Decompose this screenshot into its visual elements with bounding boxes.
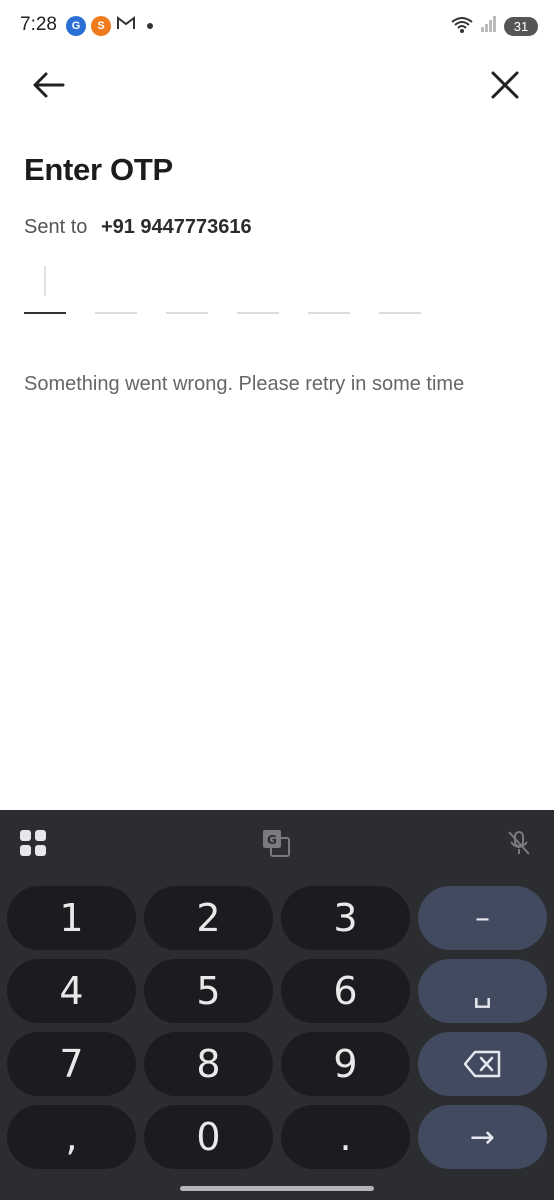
key-backspace[interactable] [418, 1032, 547, 1096]
key-6[interactable]: 6 [281, 959, 410, 1023]
back-button[interactable] [30, 66, 68, 104]
key-3[interactable]: 3 [281, 886, 410, 950]
sent-to-label: Sent to [24, 216, 88, 238]
gesture-nav-bar[interactable] [180, 1186, 374, 1191]
key-period[interactable]: . [281, 1105, 410, 1169]
more-notifications-dot [147, 22, 153, 29]
numeric-keyboard: G 1 2 3 – 4 5 6 ␣ 7 8 9 , 0 . → [0, 810, 554, 1200]
otp-digit-2[interactable] [95, 262, 137, 314]
swiggy-app-icon: S [91, 15, 111, 36]
google-app-icon: G [66, 15, 86, 36]
key-space[interactable]: ␣ [418, 959, 547, 1023]
otp-digit-5[interactable] [308, 262, 350, 314]
signal-icon [480, 15, 498, 38]
otp-digit-6[interactable] [379, 262, 421, 314]
key-2[interactable]: 2 [144, 886, 273, 950]
grid-icon[interactable] [16, 826, 50, 860]
key-enter[interactable]: → [418, 1105, 547, 1169]
status-bar: 7:28 G S 31 [0, 0, 554, 52]
error-message: Something went wrong. Please retry in so… [24, 373, 465, 395]
gmail-icon [116, 15, 136, 36]
otp-digit-1[interactable] [24, 262, 66, 314]
battery-icon: 31 [504, 17, 538, 36]
key-4[interactable]: 4 [7, 959, 136, 1023]
notification-icons: G S [66, 15, 153, 36]
mic-off-icon[interactable] [502, 826, 536, 860]
otp-digit-4[interactable] [237, 262, 279, 314]
status-right: 31 [450, 14, 538, 39]
otp-input-row [24, 262, 421, 314]
key-8[interactable]: 8 [144, 1032, 273, 1096]
translate-icon[interactable]: G [259, 826, 293, 860]
key-comma[interactable]: , [7, 1105, 136, 1169]
backspace-icon [463, 1050, 500, 1078]
key-7[interactable]: 7 [7, 1032, 136, 1096]
key-0[interactable]: 0 [144, 1105, 273, 1169]
key-9[interactable]: 9 [281, 1032, 410, 1096]
status-time: 7:28 [20, 14, 57, 35]
arrow-left-icon [33, 72, 65, 98]
key-1[interactable]: 1 [7, 886, 136, 950]
page-title: Enter OTP [24, 152, 173, 187]
text-cursor [44, 266, 46, 296]
sent-to-row: Sent to +91 9447773616 [24, 216, 252, 239]
svg-text:G: G [267, 833, 277, 847]
key-5[interactable]: 5 [144, 959, 273, 1023]
key-minus[interactable]: – [418, 886, 547, 950]
keyboard-toolbar: G [0, 810, 554, 876]
otp-digit-3[interactable] [166, 262, 208, 314]
close-icon [491, 71, 519, 99]
close-button[interactable] [486, 66, 524, 104]
wifi-icon [450, 14, 474, 39]
phone-number: +91 9447773616 [100, 216, 252, 238]
